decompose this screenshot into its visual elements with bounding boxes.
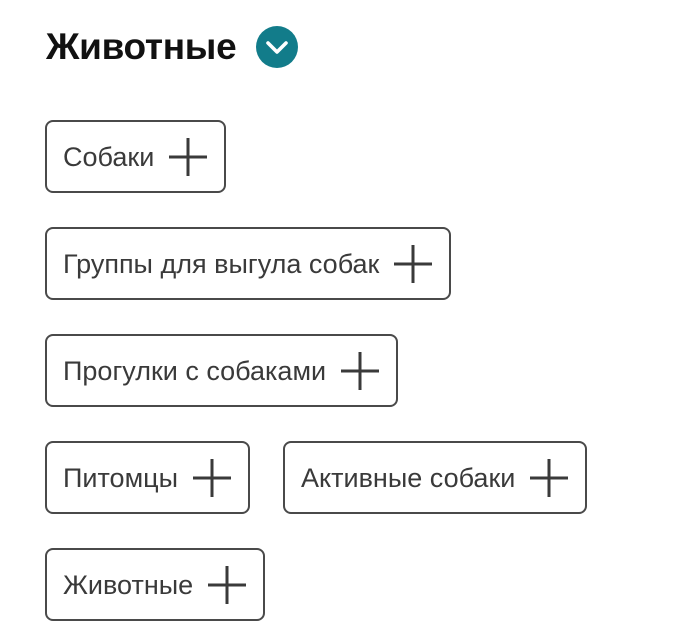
chip-add-pets[interactable]: Питомцы (45, 441, 251, 514)
plus-icon (207, 565, 247, 605)
chip-add-dog-walks[interactable]: Прогулки с собаками (45, 334, 399, 407)
chevron-down-icon (256, 26, 299, 68)
plus-icon (192, 458, 232, 498)
chip-label: Прогулки с собаками (63, 355, 327, 386)
chip-label: Питомцы (63, 462, 179, 493)
chip-add-dogs[interactable]: Собаки (45, 120, 227, 193)
chip-row: Прогулки с собаками (45, 334, 665, 407)
chip-row: Собаки (45, 120, 665, 193)
chip-label: Активные собаки (301, 462, 516, 493)
chip-add-dog-walking-groups[interactable]: Группы для выгула собак (45, 227, 452, 300)
expand-toggle-button[interactable] (256, 26, 299, 68)
chip-row: Группы для выгула собак (45, 227, 665, 300)
plus-icon (168, 137, 208, 177)
plus-icon (393, 244, 433, 284)
section-title: Животные (46, 26, 237, 67)
chip-row: Питомцы Активные собаки (45, 441, 665, 514)
chip-add-animals[interactable]: Животные (45, 548, 266, 621)
plus-icon (340, 351, 380, 391)
section-header: Животные (46, 24, 299, 70)
plus-icon (529, 458, 569, 498)
chip-add-active-dogs[interactable]: Активные собаки (283, 441, 588, 514)
chip-label: Группы для выгула собак (63, 248, 380, 279)
chip-label: Животные (63, 569, 194, 600)
interest-chip-list: Собаки Группы для выгула собак Прогулки … (45, 120, 665, 621)
chip-label: Собаки (63, 141, 155, 172)
chip-row: Животные (45, 548, 665, 621)
